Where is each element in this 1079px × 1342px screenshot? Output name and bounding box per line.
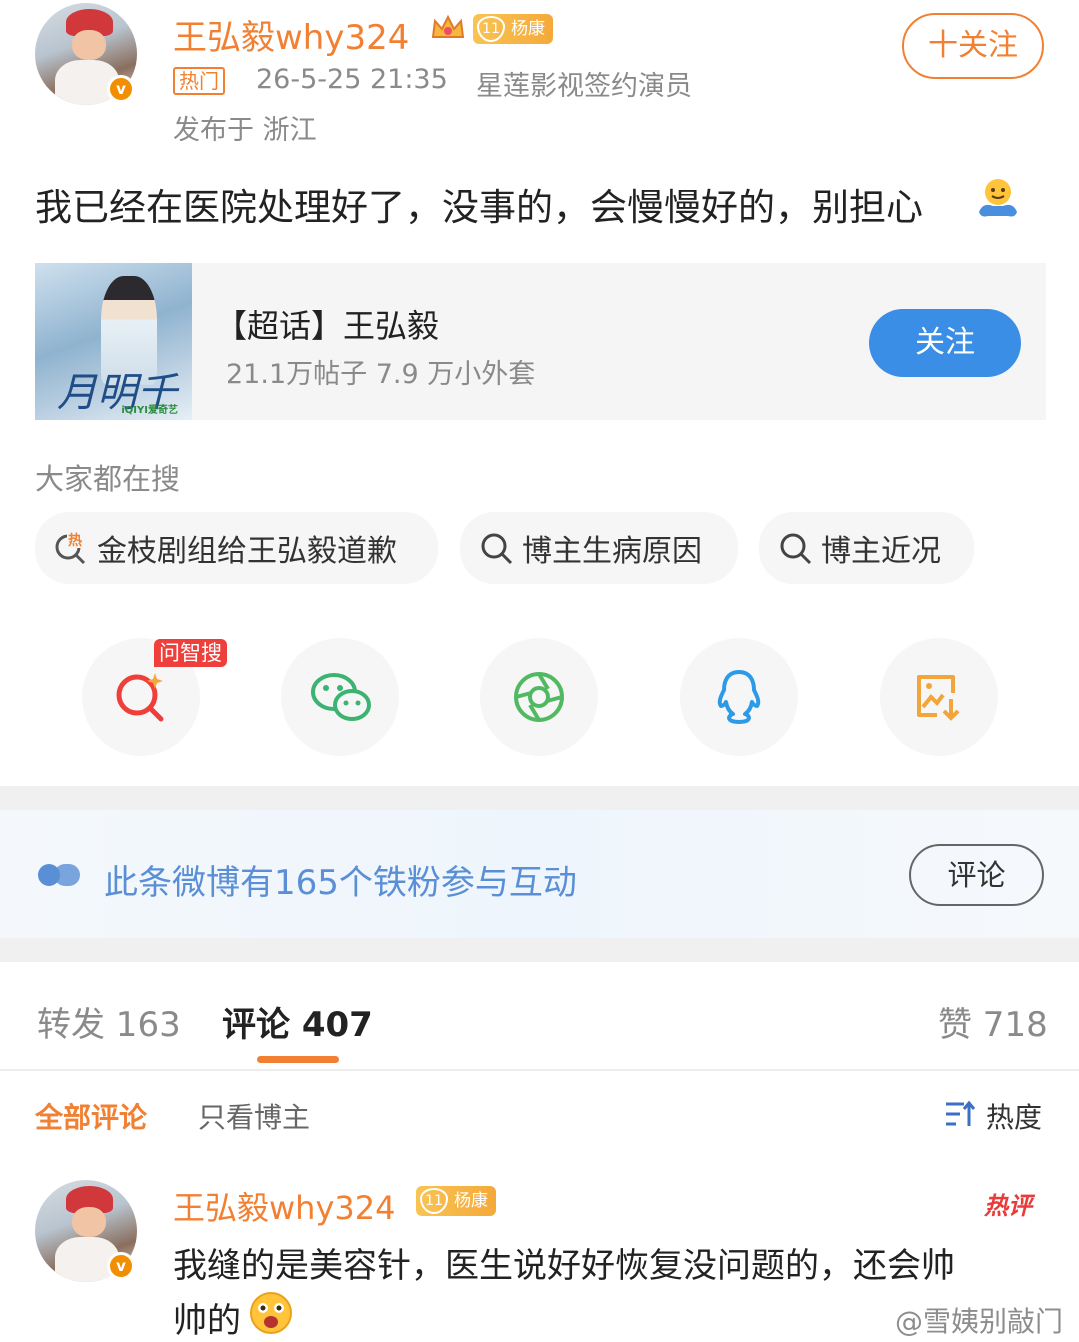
search-chip-1-text: 金枝剧组给王弘毅道歉 — [97, 534, 397, 569]
crown-icon — [431, 14, 465, 38]
share-qq[interactable] — [680, 638, 798, 756]
super-topic-image: 月明千里 iQIYI爱奇艺 — [35, 263, 192, 420]
tab-comments[interactable]: 评论 407 — [222, 997, 373, 1046]
super-topic-title: 【超话】王弘毅 — [215, 307, 440, 345]
level-number: 11 — [477, 16, 505, 42]
wechat-icon — [311, 673, 371, 721]
commenter-level-badge-label: 杨康 — [454, 1191, 488, 1211]
share-save-image[interactable] — [880, 638, 998, 756]
sort-icon — [946, 1100, 976, 1126]
tab-repost[interactable]: 转发 163 — [37, 997, 181, 1046]
search-chip-2[interactable]: 博主生病原因 — [460, 512, 738, 584]
smile-emoji-icon — [979, 179, 1017, 217]
image-logo: iQIYI爱奇艺 — [121, 405, 178, 417]
save-image-icon — [917, 675, 960, 721]
tabs-divider — [0, 1069, 1079, 1071]
level-badge-label: 杨康 — [511, 19, 545, 39]
surprised-emoji-icon — [250, 1292, 292, 1334]
fan-level-badge[interactable]: 11 杨康 — [473, 14, 553, 44]
comment-text-line1: 我缝的是美容针，医生说好好恢复没问题的，还会帅 — [173, 1246, 955, 1286]
post-content: 我已经在医院处理好了，没事的，会慢慢好的，别担心 — [35, 177, 923, 231]
search-chip-2-text: 博主生病原因 — [522, 534, 702, 569]
commenter-verified-badge-icon: v — [107, 1252, 135, 1280]
fans-comment-button[interactable]: 评论 — [909, 844, 1044, 906]
active-tab-indicator — [257, 1056, 339, 1063]
ai-search-icon — [116, 673, 164, 722]
super-topic-stats: 21.1万帖子 7.9 万小外套 — [226, 359, 536, 390]
hot-search-icon: 热 — [55, 530, 87, 565]
share-wechat[interactable] — [281, 638, 399, 756]
section-separator — [0, 786, 1079, 810]
sort-by-hot[interactable]: 热度 — [986, 1096, 1042, 1136]
post-content-text: 我已经在医院处理好了，没事的，会慢慢好的，别担心 — [35, 186, 923, 229]
post-location: 发布于 浙江 — [173, 115, 317, 146]
search-chip-3[interactable]: 博主近况 — [759, 512, 974, 584]
hot-tag: 热门 — [173, 67, 225, 95]
verified-badge-icon: v — [107, 75, 135, 103]
follow-button[interactable]: 十关注 — [902, 13, 1044, 79]
hot-review-label: 热评 — [984, 1192, 1032, 1220]
comment-text-line2: 帅的 — [173, 1301, 241, 1341]
qq-icon — [717, 670, 761, 724]
post-time: 26-5-25 21:35 — [256, 64, 448, 95]
filter-all-comments[interactable]: 全部评论 — [35, 1096, 147, 1136]
fans-interaction-text: 此条微博有165个铁粉参与互动 — [104, 863, 577, 903]
verification-text: 星莲影视签约演员 — [476, 71, 692, 102]
search-icon — [780, 533, 812, 565]
ai-search-tag: 问智搜 — [154, 639, 227, 667]
author-name[interactable]: 王弘毅why324 — [173, 10, 409, 59]
watermark: @雪姨别敲门 — [895, 1305, 1064, 1338]
search-chip-1[interactable]: 热 金枝剧组给王弘毅道歉 — [35, 512, 438, 584]
moments-icon — [514, 672, 564, 722]
commenter-level-number: 11 — [420, 1188, 448, 1214]
search-chip-3-text: 博主近况 — [821, 534, 941, 569]
search-section-label: 大家都在搜 — [35, 462, 181, 496]
filter-author-only[interactable]: 只看博主 — [198, 1096, 310, 1136]
fans-icon — [38, 864, 80, 886]
section-separator — [0, 938, 1079, 962]
commenter-level-badge[interactable]: 11 杨康 — [416, 1186, 496, 1216]
search-icon — [481, 533, 513, 565]
svg-text:热: 热 — [68, 532, 82, 549]
share-moments[interactable] — [480, 638, 598, 756]
super-topic-follow-button[interactable]: 关注 — [869, 309, 1021, 377]
tab-likes[interactable]: 赞 718 — [938, 997, 1048, 1046]
commenter-name[interactable]: 王弘毅why324 — [173, 1183, 395, 1229]
